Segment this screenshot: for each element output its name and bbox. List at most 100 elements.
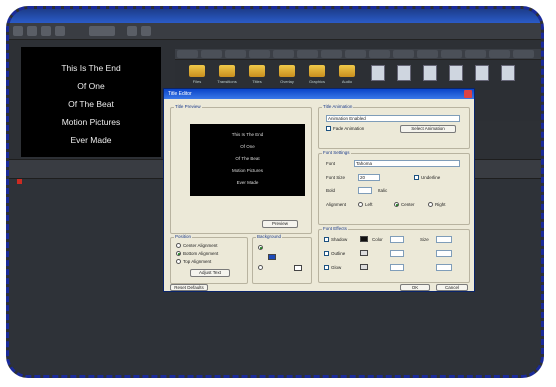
glow-checkbox[interactable] [324, 265, 329, 270]
position-center-radio[interactable] [176, 243, 181, 248]
preview-line: Of The Beat [68, 99, 114, 109]
effect-row-label: Glow [331, 265, 342, 270]
folder-icon[interactable] [339, 65, 355, 77]
menu-icon[interactable] [13, 26, 23, 36]
font-label: Font [326, 161, 336, 166]
position-option-label: Top Alignment [183, 259, 212, 264]
dialog-preview-line: Of The Beat [235, 156, 260, 161]
library-tab[interactable] [225, 50, 246, 58]
outline-color-field[interactable] [390, 250, 404, 257]
alignment-label: Alignment [326, 202, 347, 207]
media-file-icon[interactable] [423, 65, 437, 81]
undo-icon[interactable] [127, 26, 137, 36]
dialog-titlebar: Title Editor [164, 89, 474, 99]
toolbar-dropdown[interactable] [89, 26, 115, 36]
library-tab[interactable] [489, 50, 510, 58]
library-tab[interactable] [369, 50, 390, 58]
background-image-radio[interactable] [258, 265, 263, 270]
shadow-checkbox[interactable] [324, 237, 329, 242]
dialog-preview-line: This Is The End [231, 132, 264, 137]
library-tab[interactable] [345, 50, 366, 58]
cancel-button[interactable]: Cancel [436, 284, 468, 291]
folder-icon[interactable] [249, 65, 265, 77]
folder-icon[interactable] [279, 65, 295, 77]
folder-icon[interactable] [309, 65, 325, 77]
dialog-preview-line: Motion Pictures [231, 168, 263, 173]
library-tabs [175, 49, 541, 60]
bold-field[interactable] [358, 187, 372, 194]
italic-label: Italic [378, 188, 388, 193]
effect-row-label: Shadow [331, 237, 348, 242]
animation-group-label: Title Animation [322, 104, 354, 109]
folder-label: Files [192, 79, 202, 84]
align-right-radio[interactable] [428, 202, 433, 207]
background-radio[interactable] [258, 245, 263, 250]
folder-icon[interactable] [189, 65, 205, 77]
library-tab[interactable] [441, 50, 462, 58]
background-image-swatch[interactable] [294, 265, 302, 271]
library-tab[interactable] [465, 50, 486, 58]
preview-line: This Is The End [61, 63, 121, 73]
background-color-swatch[interactable] [268, 254, 276, 260]
reset-defaults-button[interactable]: Reset Defaults [170, 284, 208, 291]
media-file-icon[interactable] [371, 65, 385, 81]
library-tab[interactable] [321, 50, 342, 58]
media-file-icon[interactable] [501, 65, 515, 81]
preview-button[interactable]: Preview [262, 220, 298, 228]
bold-label: Bold [326, 188, 336, 193]
ok-button[interactable]: OK [400, 284, 430, 291]
save-icon[interactable] [55, 26, 65, 36]
library-tab[interactable] [393, 50, 414, 58]
font-size-field[interactable]: 20 [358, 174, 380, 181]
library-tab[interactable] [249, 50, 270, 58]
media-file-icon[interactable] [397, 65, 411, 81]
folder-icon[interactable] [219, 65, 235, 77]
animation-checkbox[interactable] [326, 126, 331, 131]
outline-size-field[interactable] [436, 250, 452, 257]
animation-checkbox-label: Fade Animation [333, 126, 365, 131]
library-tab[interactable] [297, 50, 318, 58]
outline-color-swatch[interactable] [360, 250, 368, 256]
glow-color-field[interactable] [390, 264, 404, 271]
position-option-label: Center Alignment [183, 243, 218, 248]
folder-label: Titles [252, 79, 262, 84]
alignment-option-label: Left [365, 202, 373, 207]
glow-color-swatch[interactable] [360, 264, 368, 270]
playhead-marker[interactable] [17, 179, 22, 184]
redo-icon[interactable] [141, 26, 151, 36]
media-file-icon[interactable] [475, 65, 489, 81]
close-icon[interactable] [464, 90, 472, 98]
select-animation-button[interactable]: Select Animation [400, 125, 456, 133]
new-icon[interactable] [27, 26, 37, 36]
glow-size-field[interactable] [436, 264, 452, 271]
align-left-radio[interactable] [358, 202, 363, 207]
underline-label: Underline [421, 175, 441, 180]
underline-checkbox[interactable] [414, 175, 419, 180]
effects-group-label: Font Effects [322, 226, 348, 231]
animation-select[interactable]: Animation Enabled [326, 115, 460, 122]
preview-line: Ever Made [70, 135, 112, 145]
font-select[interactable]: Tahoma [354, 160, 460, 167]
window-titlebar [9, 9, 541, 23]
shadow-color-swatch[interactable] [360, 236, 368, 242]
folder-label: Audio [341, 79, 353, 84]
outline-checkbox[interactable] [324, 251, 329, 256]
library-tab[interactable] [273, 50, 294, 58]
media-file-icon[interactable] [449, 65, 463, 81]
open-icon[interactable] [41, 26, 51, 36]
shadow-size-field[interactable] [436, 236, 452, 243]
position-top-radio[interactable] [176, 259, 181, 264]
library-tab[interactable] [417, 50, 438, 58]
alignment-option-label: Right [435, 202, 446, 207]
library-tab[interactable] [177, 50, 198, 58]
position-bottom-radio[interactable] [176, 251, 181, 256]
align-center-radio[interactable] [394, 202, 399, 207]
library-tab[interactable] [201, 50, 222, 58]
shadow-color-field[interactable] [390, 236, 404, 243]
adjust-text-button[interactable]: Adjust Text [190, 269, 230, 277]
font-group-label: Font Settings [322, 150, 351, 155]
position-group-label: Position [174, 234, 193, 239]
dialog-preview-line: Ever Made [236, 180, 259, 185]
folder-label: Overlay [280, 79, 294, 84]
library-tab[interactable] [513, 50, 534, 58]
